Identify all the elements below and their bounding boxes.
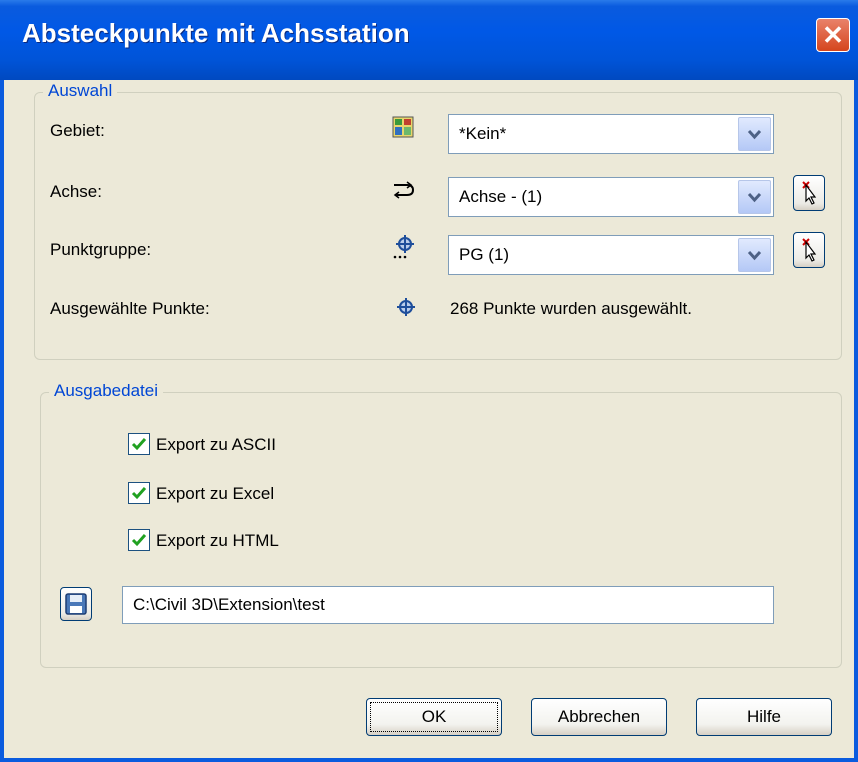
pick-cursor-icon (802, 181, 817, 205)
checkmark-icon (131, 534, 147, 547)
export-excel-label[interactable]: Export zu Excel (156, 484, 274, 504)
ausgabe-group: Ausgabedatei (40, 381, 842, 668)
checkmark-icon (131, 438, 147, 451)
output-path-value: C:\Civil 3D\Extension\test (133, 595, 325, 614)
punktgruppe-label: Punktgruppe: (50, 240, 152, 259)
punktgruppe-dropdown-button[interactable] (738, 238, 771, 272)
chevron-down-icon (747, 192, 762, 203)
pick-cursor-icon (802, 238, 817, 262)
ausgewaehlte-punkte-value: 268 Punkte wurden ausgewählt. (450, 299, 692, 318)
export-html-checkbox[interactable] (128, 529, 150, 551)
ausgabe-legend: Ausgabedatei (49, 381, 163, 401)
surface-icon (392, 116, 414, 138)
export-html-label[interactable]: Export zu HTML (156, 531, 279, 551)
gebiet-select[interactable]: *Kein* (448, 114, 774, 154)
export-ascii-label[interactable]: Export zu ASCII (156, 435, 276, 455)
dialog-title: Absteckpunkte mit Achsstation (22, 18, 410, 48)
achse-dropdown-button[interactable] (738, 180, 771, 214)
achse-label: Achse: (50, 182, 102, 201)
point-icon (397, 298, 415, 316)
dialog-window: Absteckpunkte mit Achsstation ✕ Auswahl … (0, 0, 858, 762)
punktgruppe-pick-button[interactable] (793, 232, 825, 268)
help-button[interactable]: Hilfe (696, 698, 832, 736)
achse-value: Achse - (1) (459, 187, 543, 206)
save-file-button[interactable] (60, 587, 92, 621)
gebiet-label: Gebiet: (50, 121, 105, 140)
export-excel-checkbox[interactable] (128, 482, 150, 504)
cancel-button[interactable]: Abbrechen (531, 698, 667, 736)
ok-button[interactable]: OK (366, 698, 502, 736)
alignment-icon (393, 181, 415, 199)
export-ascii-checkbox[interactable] (128, 433, 150, 455)
title-bar[interactable]: Absteckpunkte mit Achsstation ✕ (0, 0, 858, 80)
punktgruppe-select[interactable]: PG (1) (448, 235, 774, 275)
achse-select[interactable]: Achse - (1) (448, 177, 774, 217)
auswahl-legend: Auswahl (43, 81, 118, 101)
chevron-down-icon (747, 250, 762, 261)
checkmark-icon (131, 487, 147, 500)
achse-pick-button[interactable] (793, 175, 825, 211)
gebiet-value: *Kein* (459, 124, 507, 143)
ausgewaehlte-punkte-label: Ausgewählte Punkte: (50, 299, 210, 318)
close-button[interactable]: ✕ (816, 18, 850, 52)
output-path-input[interactable]: C:\Civil 3D\Extension\test (122, 586, 774, 624)
gebiet-dropdown-button[interactable] (738, 117, 771, 151)
punktgruppe-value: PG (1) (459, 245, 510, 264)
point-group-icon (393, 235, 414, 259)
floppy-disk-icon (65, 593, 87, 615)
chevron-down-icon (747, 129, 762, 140)
